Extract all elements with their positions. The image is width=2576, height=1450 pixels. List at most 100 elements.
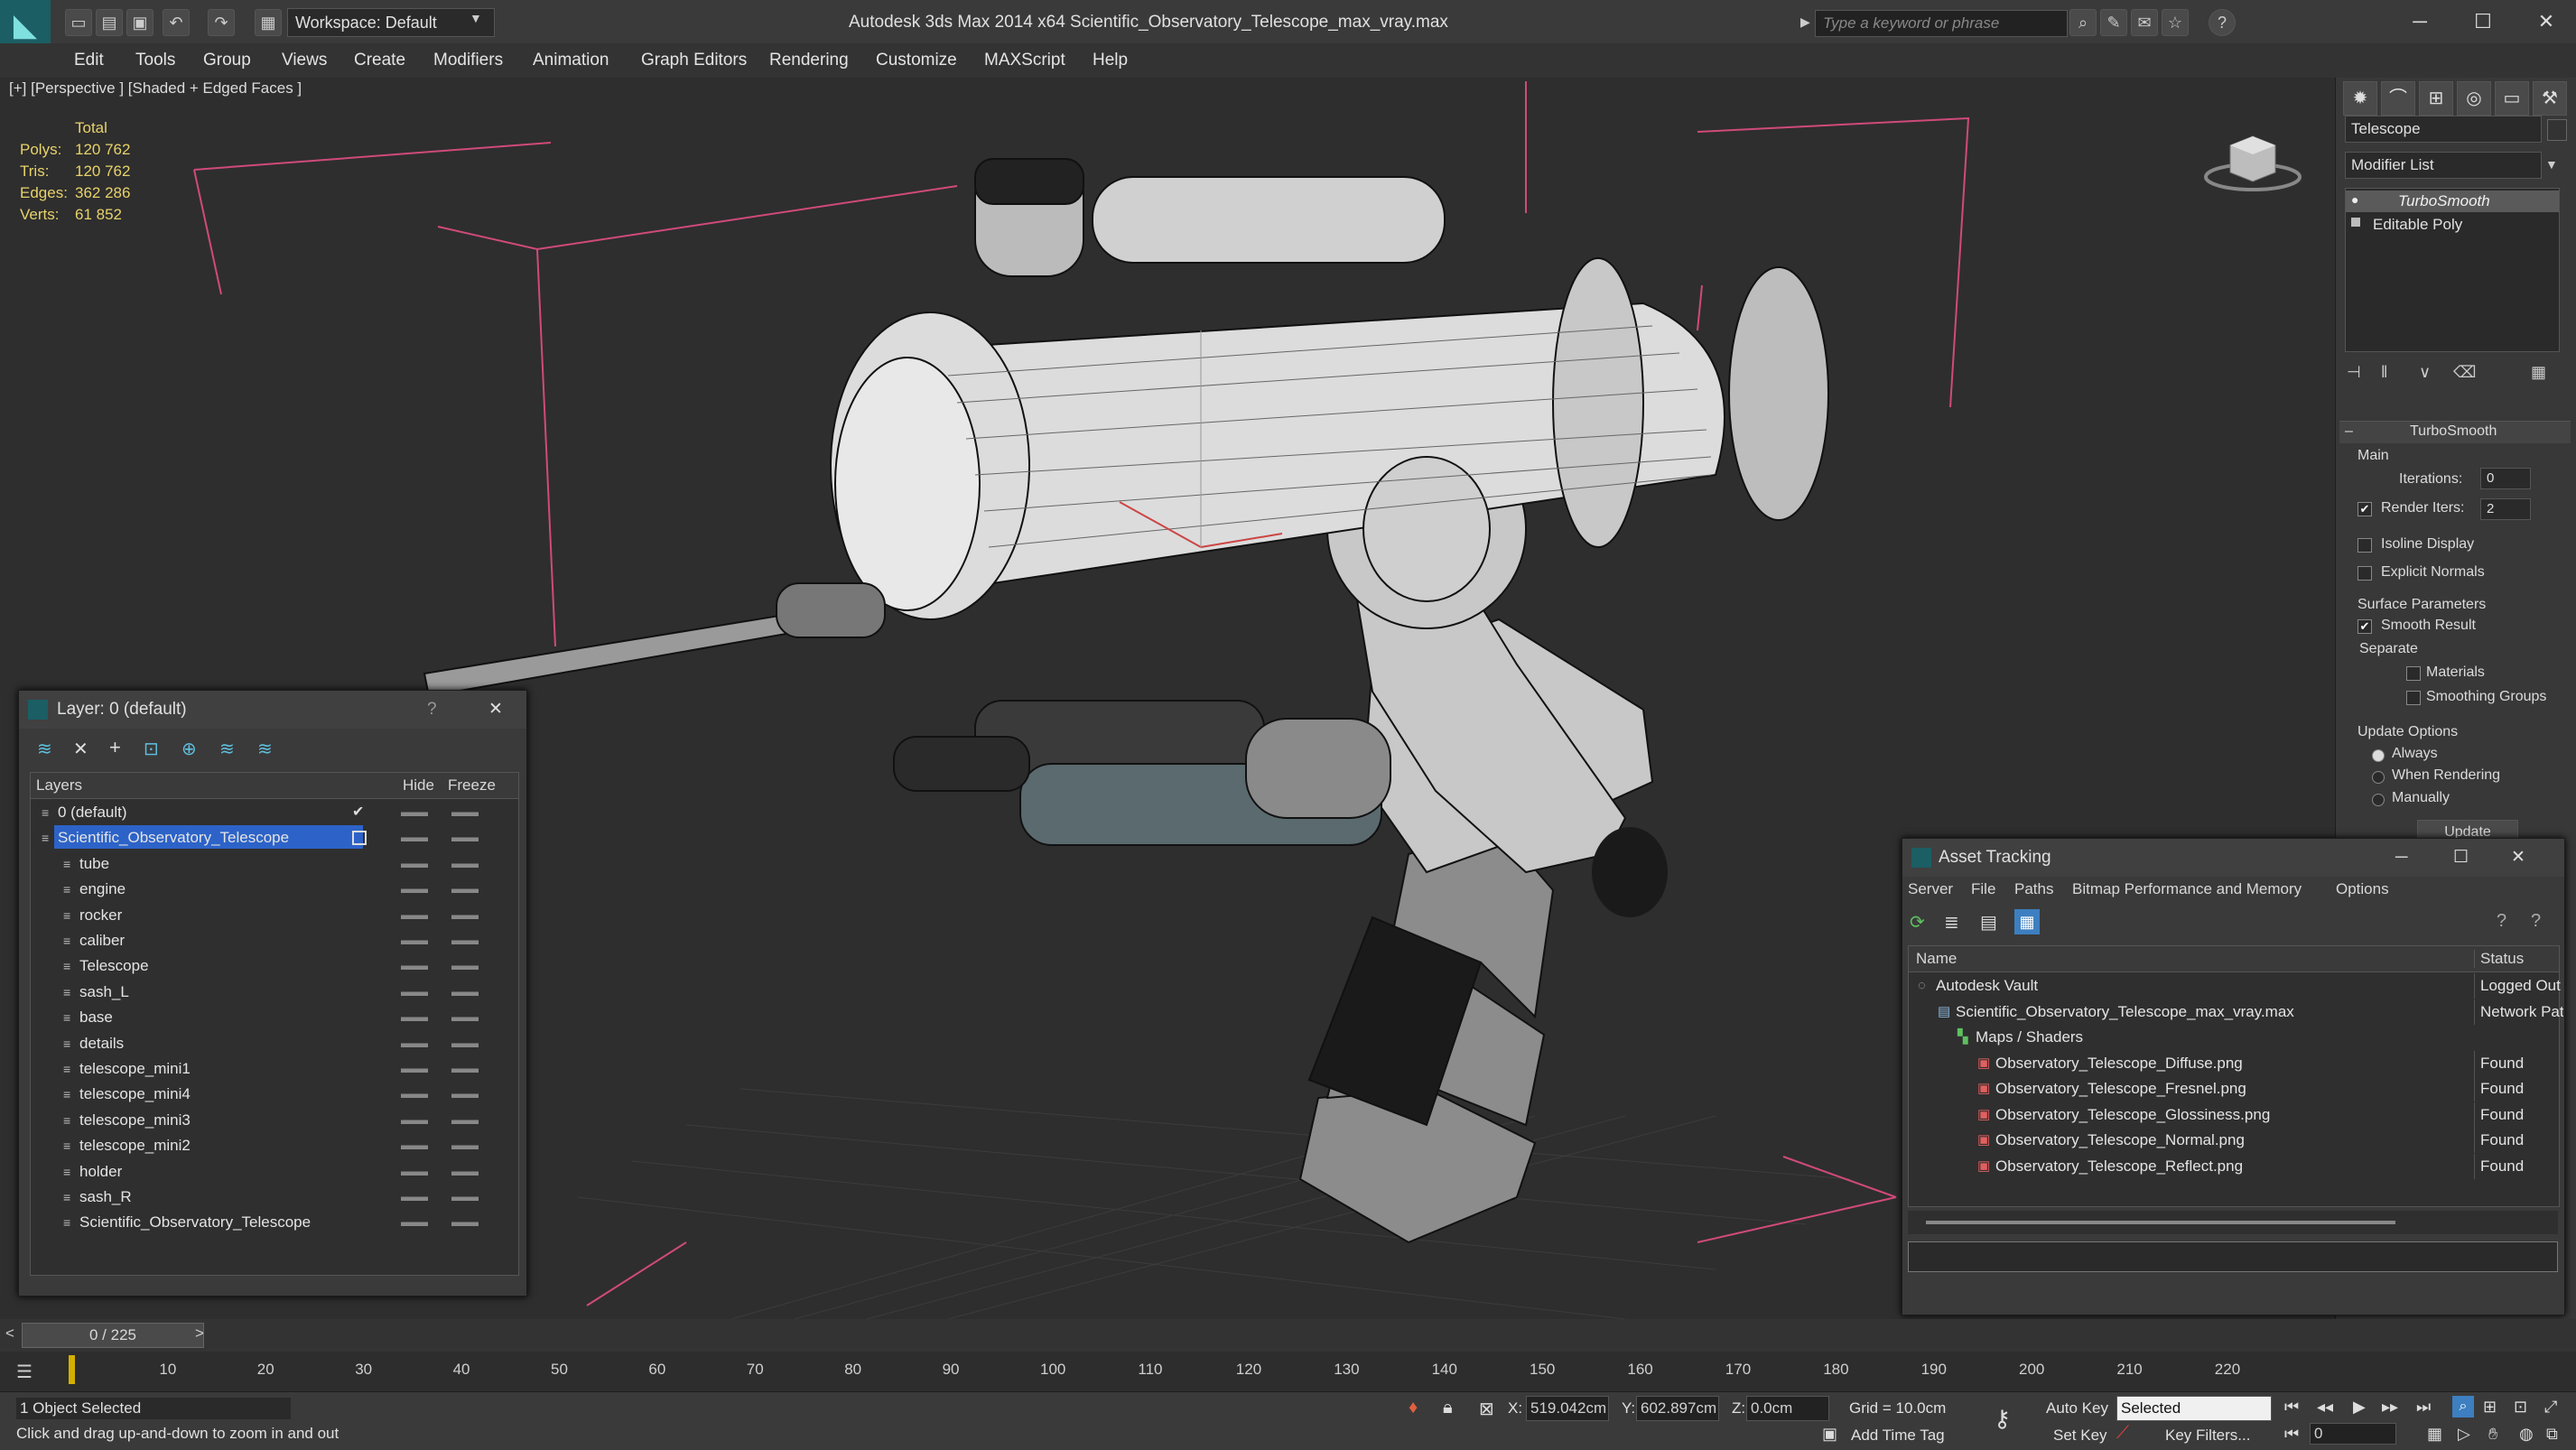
add-time-tag[interactable]: Add Time Tag [1851, 1427, 1945, 1445]
highlight-layer-icon[interactable]: ⊕ [181, 738, 197, 760]
menu-create[interactable]: Create [354, 43, 405, 78]
freeze-all-icon[interactable]: ≋ [257, 738, 273, 760]
close-window-icon[interactable]: ✕ [2519, 4, 2573, 40]
project-folder-icon[interactable]: ▦ [255, 9, 282, 36]
hide-toggle[interactable]: ▬▬ [401, 1133, 428, 1158]
layer-row[interactable]: ≡ base ▬▬ ▬▬ [31, 1005, 522, 1030]
freeze-toggle[interactable]: ▬▬ [451, 1185, 479, 1210]
smooth-result-checkbox[interactable]: ✔ [2357, 619, 2372, 634]
menu-graph-editors[interactable]: Graph Editors [641, 43, 747, 78]
col-freeze[interactable]: Freeze [448, 776, 496, 795]
close-icon[interactable]: ✕ [488, 691, 503, 729]
freeze-toggle[interactable]: ▬▬ [451, 953, 479, 979]
display-tab-icon[interactable]: ▭ [2495, 81, 2529, 116]
redo-icon[interactable]: ↷ [208, 9, 235, 36]
time-config-icon[interactable]: ▦ [2427, 1425, 2442, 1444]
asset-scrollbar[interactable] [1908, 1211, 2558, 1234]
hide-toggle[interactable]: ▬▬ [401, 1185, 428, 1210]
when-rendering-radio[interactable] [2372, 771, 2385, 784]
viewport-label[interactable]: [+] [Perspective ] [Shaded + Edged Faces… [9, 78, 302, 99]
motion-tab-icon[interactable]: ◎ [2457, 81, 2491, 116]
asset-row[interactable]: ▣ Observatory_Telescope_Diffuse.png Found [1909, 1050, 2559, 1076]
col-status[interactable]: Status [2474, 950, 2524, 968]
materials-checkbox[interactable] [2406, 666, 2421, 681]
asset-row[interactable]: ▣ Observatory_Telescope_Glossiness.png Fou… [1909, 1101, 2559, 1128]
set-current-layer-icon[interactable] [352, 831, 367, 846]
utilities-tab-icon[interactable]: ⚒ [2533, 81, 2567, 116]
object-name-field[interactable]: Telescope [2345, 116, 2542, 143]
hide-toggle[interactable]: ▬▬ [401, 800, 428, 825]
asset-path-field[interactable] [1908, 1241, 2558, 1272]
layer-row[interactable]: ≡ engine ▬▬ ▬▬ [31, 877, 522, 902]
freeze-toggle[interactable]: ▬▬ [451, 980, 479, 1005]
layer-row[interactable]: ≡ sash_R ▬▬ ▬▬ [31, 1185, 522, 1210]
stack-item-editable-poly[interactable]: Editable Poly [2346, 214, 2559, 236]
track-bar[interactable]: ☰ 10 20 30 40 50 60 70 80 90 100 110 120 130 140 150 16… [0, 1352, 2576, 1391]
freeze-toggle[interactable]: ▬▬ [451, 928, 479, 953]
chevron-down-icon[interactable]: ▼ [470, 11, 482, 25]
table-view-icon[interactable]: ▦ [2014, 909, 2040, 934]
help-query-icon[interactable]: ? [2531, 911, 2541, 932]
asset-row[interactable]: ▣ Observatory_Telescope_Normal.png Found [1909, 1128, 2559, 1153]
maximize-toggle-icon[interactable]: ⧉ [2546, 1425, 2558, 1444]
key-filters-button[interactable]: Key Filters... [2165, 1427, 2250, 1445]
menu-modifiers[interactable]: Modifiers [433, 43, 503, 78]
hide-toggle[interactable]: ▬▬ [401, 903, 428, 928]
hide-toggle[interactable]: ▬▬ [401, 1031, 428, 1056]
freeze-toggle[interactable]: ▬▬ [451, 1056, 479, 1082]
prev-frame-icon[interactable]: < [5, 1325, 14, 1343]
play-icon[interactable]: ▶ [2353, 1398, 2366, 1417]
go-to-end-icon[interactable]: ⏭ [2416, 1398, 2431, 1417]
menu-help[interactable]: Help [1093, 43, 1128, 78]
freeze-toggle[interactable]: ▬▬ [451, 1133, 479, 1158]
render-iters-checkbox[interactable]: ✔ [2357, 502, 2372, 516]
layer-row[interactable]: ≡ holder ▬▬ ▬▬ [31, 1159, 522, 1185]
modify-tab-icon[interactable]: ⌒ [2381, 81, 2415, 116]
menu-maxscript[interactable]: MAXScript [984, 43, 1065, 78]
binoculars-icon[interactable]: ⌕ [2069, 9, 2097, 36]
communication-icon[interactable]: ✉ [2131, 9, 2158, 36]
explicit-normals-checkbox[interactable] [2357, 566, 2372, 581]
iterations-spinner[interactable]: 0 [2480, 468, 2531, 489]
create-layer-icon[interactable]: ≋ [37, 738, 52, 760]
next-key-icon[interactable]: ▸▸ [2382, 1398, 2398, 1417]
hide-toggle[interactable]: ▬▬ [401, 1056, 428, 1082]
pan-icon[interactable]: ✋︎ [2488, 1425, 2497, 1444]
add-to-layer-icon[interactable]: + [109, 736, 121, 759]
hide-toggle[interactable]: ▬▬ [401, 1210, 428, 1235]
freeze-toggle[interactable]: ▬▬ [451, 903, 479, 928]
layer-row[interactable]: ≡ telescope_mini1 ▬▬ ▬▬ [31, 1056, 522, 1082]
menu-edit[interactable]: Edit [74, 43, 104, 78]
configure-sets-icon[interactable]: ▦ [2531, 363, 2546, 382]
search-input[interactable]: Type a keyword or phrase [1815, 10, 2068, 37]
fov-icon[interactable]: ▷ [2458, 1425, 2470, 1444]
layer-row[interactable]: ≡ telescope_mini2 ▬▬ ▬▬ [31, 1133, 522, 1158]
layer-row[interactable]: ≡ sash_L ▬▬ ▬▬ [31, 980, 522, 1005]
freeze-toggle[interactable]: ▬▬ [451, 1031, 479, 1056]
previous-key-icon[interactable]: ◂◂ [2317, 1398, 2333, 1417]
show-end-result-icon[interactable]: ‖ [2381, 363, 2387, 382]
freeze-toggle[interactable]: ▬▬ [451, 800, 479, 825]
viewcube-icon[interactable] [2203, 123, 2302, 195]
open-file-icon[interactable]: ▤ [96, 9, 123, 36]
make-unique-icon[interactable]: ∨ [2419, 363, 2431, 382]
layer-row[interactable]: ≡ 0 (default) ✔ ▬▬ ▬▬ [31, 800, 522, 825]
hierarchy-tab-icon[interactable]: ⊞ [2419, 81, 2453, 116]
freeze-toggle[interactable]: ▬▬ [451, 1108, 479, 1133]
key-mode-icon[interactable]: ⏮ [2284, 1425, 2299, 1444]
time-tag-icon[interactable]: ▣ [1822, 1425, 1837, 1444]
maximize-icon[interactable]: ☐ [2453, 839, 2469, 877]
maximize-icon[interactable]: ☐ [2456, 4, 2510, 40]
minimize-icon[interactable]: ─ [2393, 4, 2447, 40]
list-view-icon[interactable]: ≣ [1944, 911, 1959, 934]
isoline-display-checkbox[interactable] [2357, 538, 2372, 553]
zoom-extents-icon[interactable]: ⊡ [2514, 1398, 2527, 1417]
subscription-icon[interactable]: ✎ [2100, 9, 2127, 36]
object-color-swatch[interactable] [2547, 119, 2567, 141]
hide-toggle[interactable]: ▬▬ [401, 1005, 428, 1030]
lightbulb-icon[interactable]: ● [2351, 192, 2358, 207]
layer-row[interactable]: ≡ caliber ▬▬ ▬▬ [31, 928, 522, 953]
col-hide[interactable]: Hide [403, 776, 434, 795]
current-frame-field[interactable]: 0 [2310, 1423, 2396, 1445]
hide-toggle[interactable]: ▬▬ [401, 953, 428, 979]
